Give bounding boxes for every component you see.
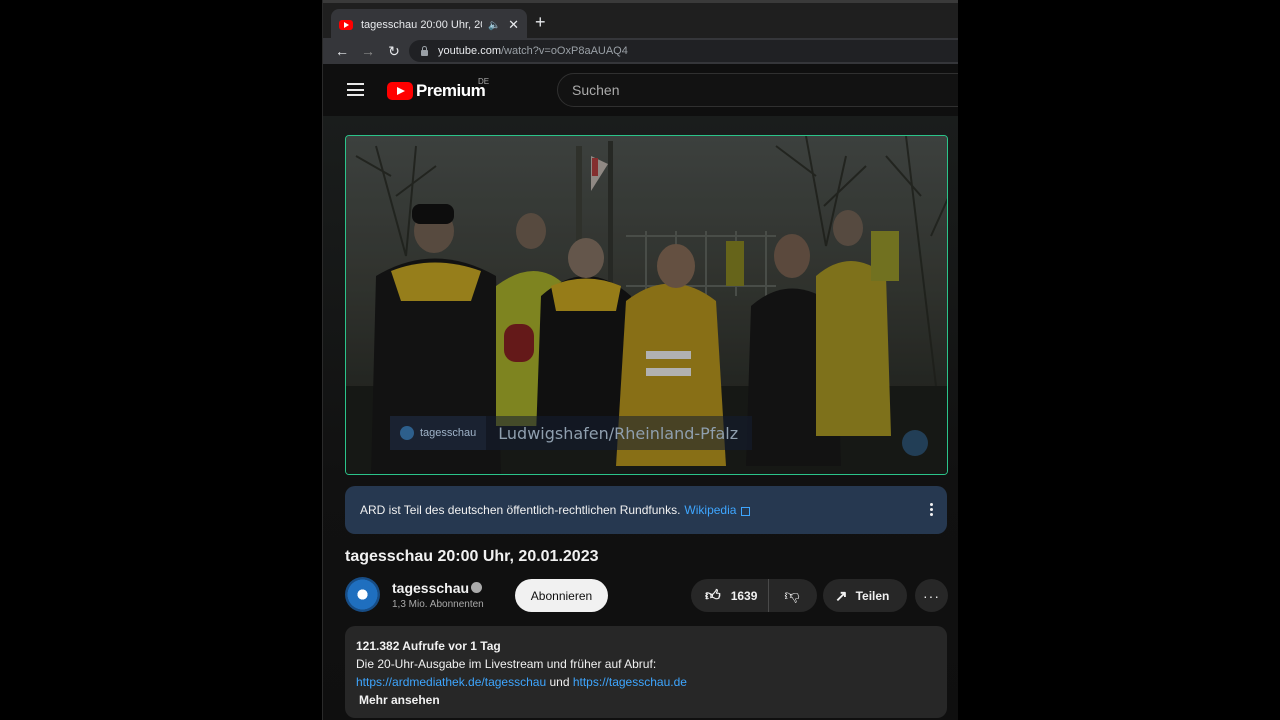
subscriber-count: 1,3 Mio. Abonnenten: [392, 599, 484, 610]
video-title: tagesschau 20:00 Uhr, 20.01.2023: [345, 548, 599, 565]
channel-watermark-icon: [902, 430, 928, 456]
lower-third-logo-text: tagesschau: [420, 427, 477, 439]
logo-text: Premium: [416, 81, 486, 100]
dislike-button[interactable]: 👎︎: [769, 587, 815, 605]
news-lower-third: tagesschau Ludwigshafen/Rheinland-Pfalz: [390, 416, 753, 450]
context-info-panel: ARD ist Teil des deutschen öffentlich-re…: [345, 486, 947, 534]
thumbs-down-icon: 👎︎: [784, 586, 800, 604]
share-label: Teilen: [855, 588, 890, 603]
youtube-favicon-icon: [339, 20, 353, 30]
tab-strip: tagesschau 20:00 Uhr, 20.01. 🔈 ✕ +: [323, 0, 958, 41]
external-link-icon[interactable]: [741, 506, 751, 516]
like-count: 1639: [730, 588, 758, 603]
search-placeholder: Suchen: [572, 82, 620, 98]
video-player[interactable]: tagesschau Ludwigshafen/Rheinland-Pfalz: [345, 135, 948, 475]
show-more-button[interactable]: Mehr ansehen: [359, 691, 936, 709]
speaker-icon[interactable]: 🔈: [488, 20, 502, 31]
description-line: Die 20-Uhr-Ausgabe im Livestream und frü…: [356, 657, 657, 671]
url-path: /watch?v=oOxP8aAUAQ4: [500, 45, 628, 57]
tagesschau-globe-icon: [400, 426, 414, 440]
hamburger-menu-icon[interactable]: [347, 83, 364, 96]
browser-window: tagesschau 20:00 Uhr, 20.01. 🔈 ✕ + ← → ↻…: [322, 0, 958, 720]
watch-page: tagesschau Ludwigshafen/Rheinland-Pfalz …: [323, 116, 958, 720]
share-button[interactable]: ↗ Teilen: [823, 579, 907, 612]
url-host: youtube.com: [438, 45, 501, 57]
forward-icon[interactable]: →: [361, 43, 375, 59]
reload-icon[interactable]: ↻: [387, 43, 401, 60]
youtube-play-icon: [387, 82, 413, 100]
description-links: https://ardmediathek.de/tagesschau und h…: [356, 673, 936, 691]
lock-icon[interactable]: [421, 45, 428, 56]
tab-close-icon[interactable]: ✕: [508, 17, 519, 33]
tab-title: tagesschau 20:00 Uhr, 20.01.: [361, 19, 482, 31]
url-field[interactable]: youtube.com/watch?v=oOxP8aAUAQ4: [409, 40, 958, 62]
channel-avatar[interactable]: [345, 577, 380, 612]
info-panel-text: ARD ist Teil des deutschen öffentlich-re…: [360, 503, 681, 517]
channel-name[interactable]: tagesschau: [392, 580, 469, 596]
info-panel-menu-icon[interactable]: [930, 503, 933, 518]
view-stats: 121.382 Aufrufe vor 1 Tag: [356, 639, 501, 653]
subscribe-button[interactable]: Abonnieren: [515, 579, 608, 612]
thumbs-up-icon: 👍︎: [705, 586, 721, 604]
like-dislike-group: 👍︎ 1639 👎︎: [691, 579, 817, 612]
description-box[interactable]: 121.382 Aufrufe vor 1 Tag Die 20-Uhr-Aus…: [345, 626, 947, 718]
description-and: und: [549, 675, 570, 689]
youtube-header: Premium DE Suchen: [323, 64, 958, 116]
search-input[interactable]: Suchen: [557, 73, 958, 107]
browser-tab[interactable]: tagesschau 20:00 Uhr, 20.01. 🔈 ✕: [331, 9, 527, 41]
share-arrow-icon: ↗: [835, 587, 848, 605]
wikipedia-link[interactable]: Wikipedia: [684, 503, 736, 517]
youtube-premium-logo[interactable]: Premium: [387, 81, 486, 101]
lower-third-location: Ludwigshafen/Rheinland-Pfalz: [486, 416, 753, 450]
address-bar: ← → ↻ youtube.com/watch?v=oOxP8aAUAQ4: [323, 38, 958, 64]
new-tab-button[interactable]: +: [535, 13, 546, 31]
ardmediathek-link[interactable]: https://ardmediathek.de/tagesschau: [356, 675, 546, 689]
back-icon[interactable]: ←: [335, 43, 349, 59]
region-code: DE: [478, 77, 490, 86]
tagesschau-bug-logo: tagesschau: [390, 416, 487, 450]
like-button[interactable]: 👍︎ 1639: [691, 579, 769, 612]
tagesschau-link[interactable]: https://tagesschau.de: [573, 675, 687, 689]
channel-row: tagesschau 1,3 Mio. Abonnenten Abonniere…: [345, 577, 948, 613]
more-actions-button[interactable]: ···: [915, 579, 948, 612]
verified-check-icon: [471, 582, 482, 593]
